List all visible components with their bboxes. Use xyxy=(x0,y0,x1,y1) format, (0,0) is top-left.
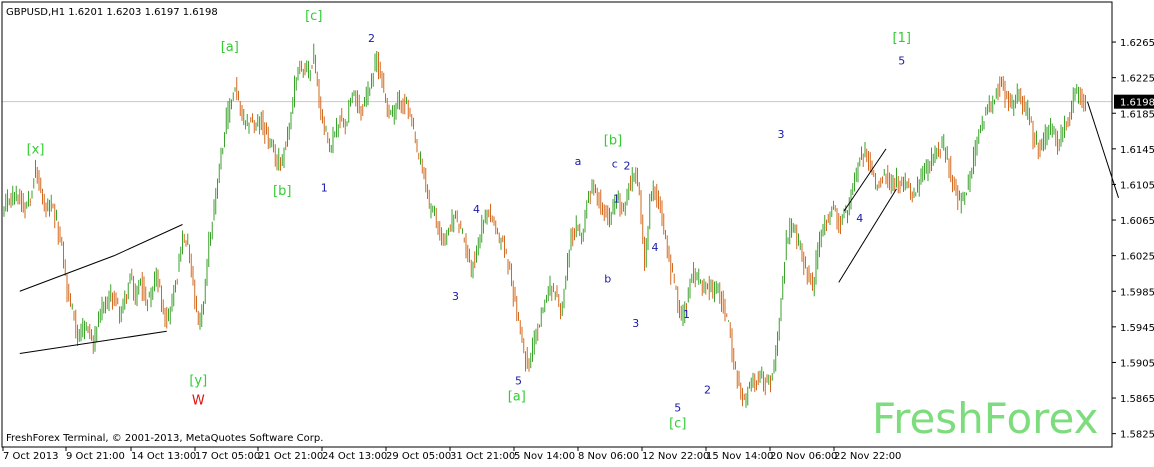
wave-label: [b] xyxy=(273,184,291,199)
wave-label: 2 xyxy=(704,384,711,397)
chart-window: [x] [a] [c] [b] 1 2 3 4 5 [a] a c 2 [b] 1 b 4 3 1 2 5 [c] 3 4 5[… xyxy=(0,0,1154,463)
wave-label: [b] xyxy=(604,133,622,148)
y-tick-label: 1.5905 xyxy=(1120,358,1154,369)
price-chart: [x][a][c][b] 12345[a]a c 2[b]1b43125[c]345[… xyxy=(0,0,1154,463)
wave-label: 4 xyxy=(473,203,480,216)
x-tick-label: 7 Oct 2013 xyxy=(3,451,58,462)
x-tick-label: 8 Nov 06:00 xyxy=(578,451,639,462)
x-tick-label: 22 Nov 22:00 xyxy=(834,451,901,462)
wave-label: [a] xyxy=(221,40,239,55)
wave-label: 1 xyxy=(321,182,328,195)
wave-label: [1] xyxy=(893,31,911,46)
y-tick-label: 1.5985 xyxy=(1120,287,1154,298)
wave-label: 5 xyxy=(674,401,681,414)
x-tick-label: 20 Nov 06:00 xyxy=(770,451,837,462)
wave-label: a xyxy=(575,155,582,168)
x-tick-label: 17 Oct 05:00 xyxy=(195,451,260,462)
x-tick-label: 9 Oct 21:00 xyxy=(66,451,125,462)
wave-label: 3 xyxy=(632,317,639,330)
wave-label: c xyxy=(612,158,618,171)
y-tick-label: 1.6225 xyxy=(1120,74,1154,85)
wave-label: [c] xyxy=(669,416,686,431)
y-tick-label: 1.6145 xyxy=(1120,145,1154,156)
x-tick-label: 24 Oct 13:00 xyxy=(322,451,387,462)
wave-label: 4 xyxy=(856,212,863,225)
y-tick-label: 1.6025 xyxy=(1120,252,1154,263)
y-tick-label: 1.5945 xyxy=(1120,323,1154,334)
wave-label: [x] xyxy=(27,142,45,157)
x-tick-label: 31 Oct 21:00 xyxy=(450,451,515,462)
watermark: FreshForex xyxy=(872,394,1098,443)
wave-label: 3 xyxy=(778,128,785,141)
wave-label: W xyxy=(192,393,205,408)
wave-label: [a] xyxy=(508,390,526,405)
y-tick-label: 1.6105 xyxy=(1120,180,1154,191)
x-tick-label: 21 Oct 21:00 xyxy=(258,451,323,462)
y-tick-label: 1.6065 xyxy=(1120,216,1154,227)
wave-label: 4 xyxy=(652,241,659,254)
y-tick-label: 1.6265 xyxy=(1120,38,1154,49)
y-tick-label: 1.6185 xyxy=(1120,109,1154,120)
wave-label: 2 xyxy=(368,32,375,45)
x-tick-label: 15 Nov 14:00 xyxy=(706,451,773,462)
y-tick-label: 1.5865 xyxy=(1120,394,1154,405)
wave-label: 5 xyxy=(515,375,522,388)
wave-label: 1 xyxy=(683,308,690,321)
wave-label: 1 xyxy=(613,192,620,205)
x-tick-label: 29 Oct 05:00 xyxy=(386,451,451,462)
wave-label: [y] xyxy=(189,374,207,389)
x-tick-label: 5 Nov 14:00 xyxy=(514,451,575,462)
wave-label: 2 xyxy=(624,159,631,172)
wave-label: 3 xyxy=(452,290,459,303)
symbol-header: GBPUSD,H1 1.6201 1.6203 1.6197 1.6198 xyxy=(6,7,218,18)
x-tick-label: 12 Nov 22:00 xyxy=(642,451,709,462)
y-tick-label: 1.5825 xyxy=(1120,430,1154,441)
wave-label: 5 xyxy=(898,54,905,67)
wave-label: b xyxy=(604,272,611,285)
x-tick-label: 14 Oct 13:00 xyxy=(131,451,196,462)
wave-label: [c] xyxy=(305,9,322,24)
copyright-footer: FreshForex Terminal, © 2001-2013, MetaQu… xyxy=(6,433,323,444)
current-price-label: 1.6198 xyxy=(1120,98,1154,109)
